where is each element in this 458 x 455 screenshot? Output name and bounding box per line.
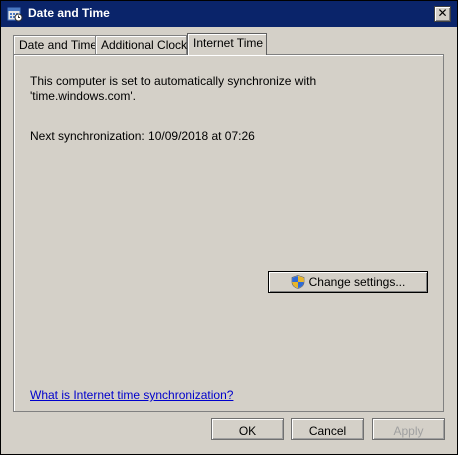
internet-time-help-link[interactable]: What is Internet time synchronization? — [30, 388, 233, 402]
tab-internet-time[interactable]: Internet Time — [187, 33, 267, 55]
sync-description: This computer is set to automatically sy… — [30, 74, 410, 104]
calendar-clock-icon — [7, 6, 23, 22]
internet-time-panel: This computer is set to automatically sy… — [13, 54, 444, 412]
apply-button[interactable]: Apply — [372, 418, 445, 440]
close-icon: ✕ — [437, 6, 448, 20]
tab-date-and-time[interactable]: Date and Time — [13, 35, 97, 54]
change-settings-label: Change settings... — [308, 275, 406, 289]
close-button[interactable]: ✕ — [434, 6, 451, 22]
change-settings-button[interactable]: Change settings... — [268, 271, 428, 293]
sync-server: 'time.windows.com'. — [30, 89, 136, 103]
sync-description-line1: This computer is set to automatically sy… — [30, 74, 317, 88]
cancel-button[interactable]: Cancel — [291, 418, 364, 440]
ok-button[interactable]: OK — [211, 418, 284, 440]
uac-shield-icon — [291, 275, 304, 289]
date-time-dialog: Date and Time ✕ Date and Time Additional… — [0, 0, 458, 455]
window-title: Date and Time — [28, 6, 110, 20]
next-sync-text: Next synchronization: 10/09/2018 at 07:2… — [30, 129, 255, 143]
tab-additional-clocks[interactable]: Additional Clocks — [95, 35, 193, 54]
title-bar[interactable]: Date and Time ✕ — [1, 1, 457, 27]
